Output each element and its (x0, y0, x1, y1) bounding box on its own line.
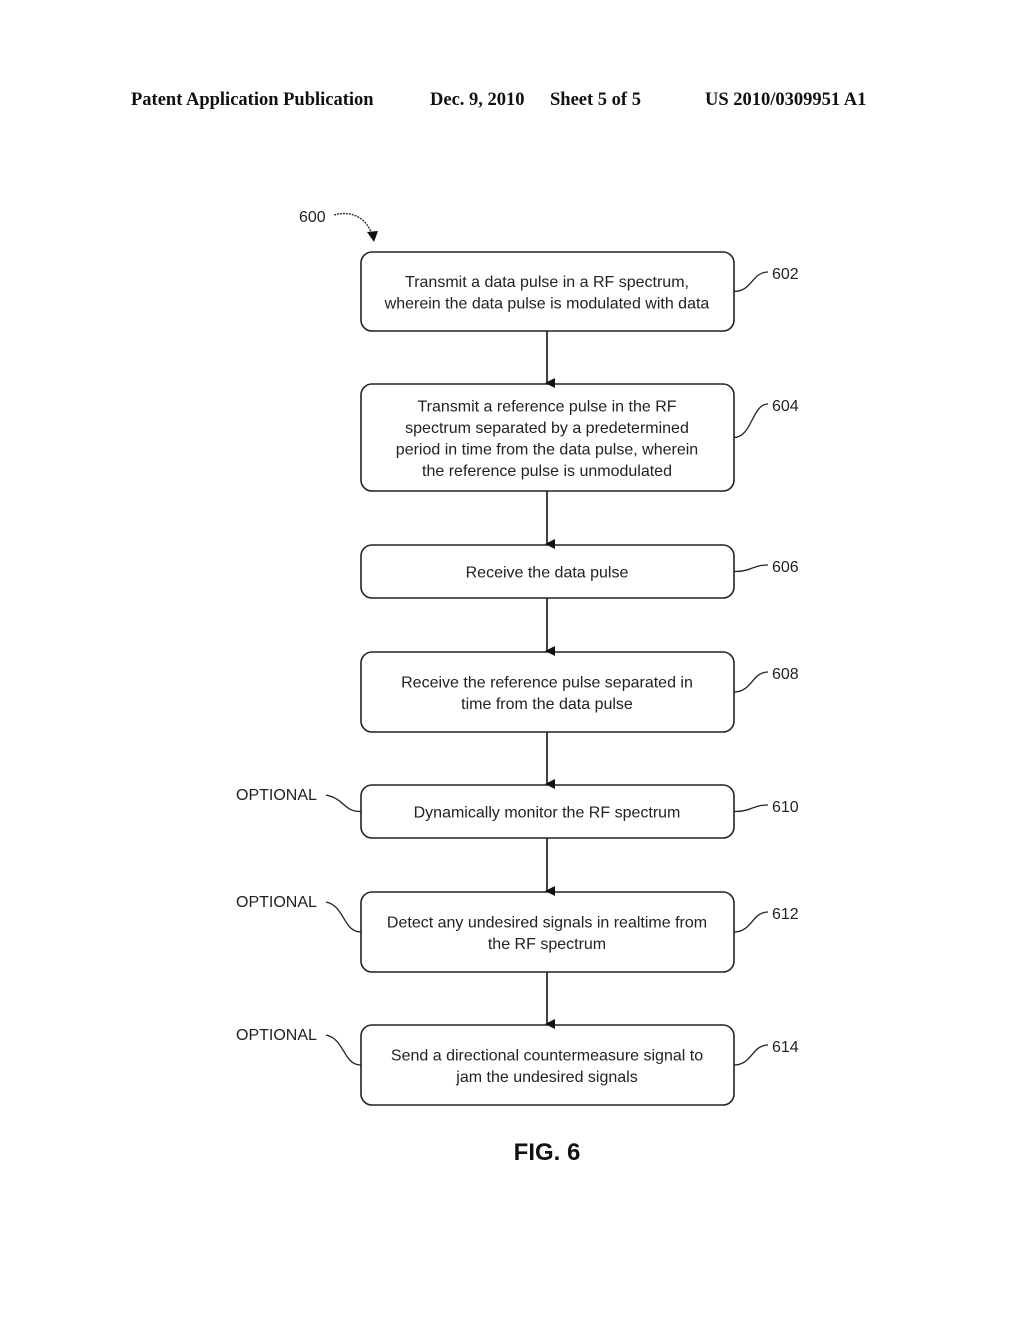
step-ref-label: 604 (772, 398, 799, 415)
step-604: Transmit a reference pulse in the RF spec… (360, 383, 799, 492)
optional-label: OPTIONAL (236, 894, 317, 911)
ref-leader (733, 1044, 769, 1066)
ref-leader (733, 804, 769, 813)
step-606: Receive the data pulse 606 (360, 544, 799, 599)
step-612: Detect any undesired signals in realtime… (236, 891, 799, 973)
step-list: Transmit a data pulse in a RF spectrum, w… (236, 251, 799, 1106)
optional-label: OPTIONAL (236, 787, 317, 804)
ref-leader (733, 403, 769, 439)
step-602: Transmit a data pulse in a RF spectrum, w… (360, 251, 799, 332)
optional-leader (325, 1034, 362, 1066)
step-box (360, 1024, 735, 1106)
step-608: Receive the reference pulse separated in… (360, 651, 799, 733)
step-text-line: Receive the data pulse (466, 565, 629, 582)
step-text-line: Detect any undesired signals in realtime… (387, 914, 707, 931)
step-614: Send a directional countermeasure signal… (236, 1024, 799, 1106)
figure-ref-arrowhead-icon (367, 231, 378, 242)
figure-label: FIG. 6 (514, 1139, 581, 1166)
step-box (360, 891, 735, 973)
figure-ref-curve (333, 213, 374, 239)
step-text-line: Send a directional countermeasure signal… (391, 1047, 703, 1064)
flowchart: 600 Transmit a data pulse in a RF spectr… (236, 209, 799, 1166)
step-box (360, 251, 735, 332)
ref-leader (733, 564, 769, 573)
step-text-line: Receive the reference pulse separated in (401, 674, 693, 691)
step-ref-label: 612 (772, 906, 799, 923)
step-text-line: jam the undesired signals (455, 1069, 637, 1086)
ref-leader (733, 911, 769, 933)
step-text-line: Transmit a data pulse in a RF spectrum, (405, 274, 689, 291)
step-ref-label: 606 (772, 559, 799, 576)
step-text-line: time from the data pulse (461, 696, 633, 713)
step-box (360, 651, 735, 733)
step-text-line: spectrum separated by a predetermined (405, 420, 689, 437)
step-610: Dynamically monitor the RF spectrum 610 OP… (236, 784, 799, 839)
step-ref-label: 610 (772, 799, 799, 816)
step-ref-label: 602 (772, 266, 799, 283)
step-text-line: wherein the data pulse is modulated with… (384, 295, 710, 312)
step-text-line: the reference pulse is unmodulated (422, 463, 672, 480)
step-ref-label: 608 (772, 666, 799, 683)
step-text-line: the RF spectrum (488, 936, 606, 953)
step-text-line: Transmit a reference pulse in the RF (417, 398, 676, 415)
optional-leader (325, 794, 362, 813)
ref-leader (733, 271, 769, 293)
figure-ref-label: 600 (299, 209, 326, 226)
optional-label: OPTIONAL (236, 1027, 317, 1044)
optional-leader (325, 901, 362, 933)
step-text-line: period in time from the data pulse, wher… (396, 441, 698, 458)
step-text-line: Dynamically monitor the RF spectrum (414, 805, 681, 822)
ref-leader (733, 671, 769, 693)
step-ref-label: 614 (772, 1039, 799, 1056)
